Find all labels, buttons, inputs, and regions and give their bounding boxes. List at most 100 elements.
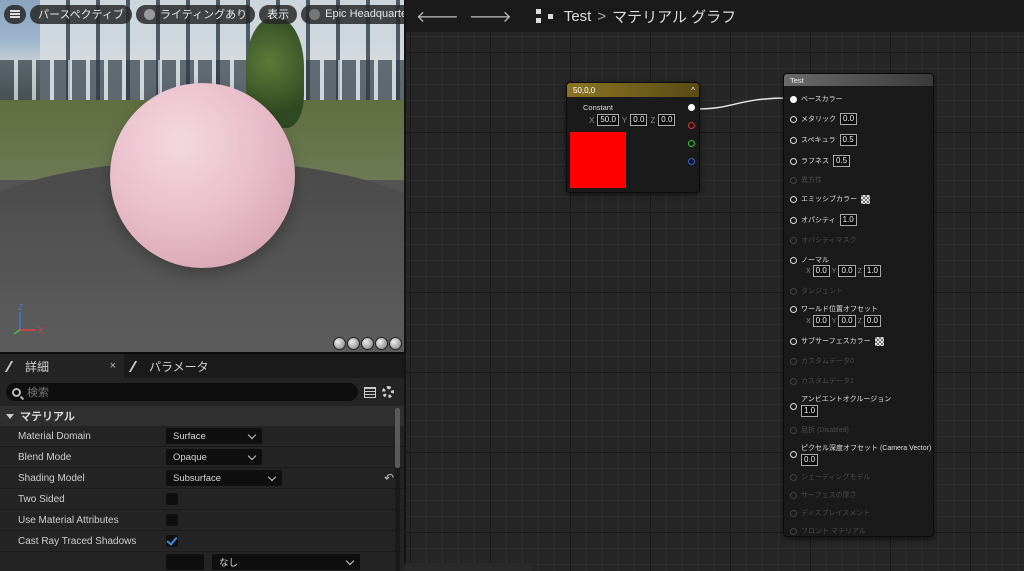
y-value[interactable]: 0.0	[838, 315, 856, 327]
pin-opacity-mask: オパシティマスク	[790, 235, 857, 245]
node-title: Test	[790, 75, 804, 85]
breadcrumb-asset[interactable]: Test	[564, 8, 592, 25]
chevron-down-icon	[247, 430, 257, 439]
pin-value[interactable]: 0.5	[833, 155, 851, 167]
wpo-values: X 0.0 Y 0.0 Z 0.0	[806, 315, 881, 327]
pin-pixel-depth-offset[interactable]: ピクセル深度オフセット (Camera Vector) 0.0	[801, 443, 931, 466]
viewport-menu-button[interactable]	[4, 4, 26, 24]
asset-dropdown[interactable]: なし	[212, 554, 360, 570]
pin-specular[interactable]: スペキュラ 0.5	[790, 134, 857, 146]
search-input[interactable]: 検索	[6, 383, 358, 401]
dropdown-value: なし	[219, 558, 239, 569]
pin-value[interactable]: 0.5	[839, 134, 857, 146]
output-pin-b[interactable]	[688, 158, 695, 165]
search-row: 検索	[0, 378, 404, 406]
pin-value[interactable]: 1.0	[839, 214, 857, 226]
environment-button[interactable]: Epic Headquarters	[301, 4, 404, 24]
plane-icon[interactable]	[361, 337, 374, 350]
hamburger-icon	[10, 10, 20, 18]
details-scrollbar[interactable]	[395, 408, 400, 571]
property-row: Shading Model Subsurface ↶	[0, 468, 404, 489]
output-pin-rgb[interactable]	[688, 104, 695, 111]
y-label: Y	[831, 317, 837, 325]
pin-base-color[interactable]: ベースカラー	[790, 94, 843, 104]
pin-ambient-occlusion[interactable]: アンビエントオクルージョン 1.0	[801, 394, 891, 417]
category-material[interactable]: マテリアル	[0, 406, 404, 426]
bottom-panel-tab[interactable]	[404, 563, 532, 571]
x-value[interactable]: 0.0	[812, 265, 830, 277]
pin-world-position-offset[interactable]: ワールド位置オフセット	[790, 304, 878, 314]
two-sided-checkbox[interactable]	[166, 493, 178, 505]
pin-label: サーフェスの厚さ	[801, 492, 857, 499]
x-value[interactable]: 50.0	[597, 114, 619, 126]
pin-icon	[790, 305, 797, 313]
pin-custom-data-0: カスタムデータ0	[790, 356, 854, 366]
pin-metallic[interactable]: メタリック 0.0	[790, 113, 858, 125]
pin-icon	[790, 377, 797, 385]
material-result-node[interactable]: Test ベースカラー メタリック 0.0 スペキュラ 0.5 ラフネス 0.5 異方…	[783, 73, 934, 537]
lighting-button[interactable]: ライティングあり	[136, 4, 256, 24]
sphere-icon[interactable]	[347, 337, 360, 350]
pin-value[interactable]: 1.0	[801, 405, 819, 417]
output-pin-g[interactable]	[688, 140, 695, 147]
z-value[interactable]: 0.0	[863, 315, 881, 327]
pin-displacement: ディスプレイスメント	[790, 508, 870, 518]
property-row: Cast Ray Traced Shadows	[0, 531, 404, 552]
perspective-button[interactable]: パースペクティブ	[30, 4, 133, 24]
pin-subsurface-color[interactable]: サブサーフェスカラー	[790, 336, 884, 346]
forward-arrow-icon[interactable]: 🡒	[469, 6, 512, 27]
category-label: マテリアル	[20, 411, 75, 423]
cast-ray-traced-shadows-checkbox[interactable]	[166, 535, 178, 547]
back-arrow-icon[interactable]: 🡐	[416, 6, 459, 27]
pin-icon	[790, 287, 797, 295]
teapot-icon[interactable]	[389, 337, 402, 350]
pin-value[interactable]: 0.0	[801, 454, 819, 466]
tab-parameters[interactable]: パラメータ	[124, 354, 217, 378]
environment-label: Epic Headquarters	[325, 8, 404, 20]
pin-icon	[790, 357, 797, 365]
asset-thumbnail[interactable]	[166, 554, 204, 570]
gear-icon[interactable]	[382, 386, 394, 398]
pin-custom-data-1: カスタムデータ1	[790, 376, 854, 386]
reset-icon[interactable]: ↶	[384, 471, 394, 485]
pin-label: アンビエントオクルージョン	[801, 396, 892, 403]
preview-sphere	[110, 83, 295, 268]
pin-roughness[interactable]: ラフネス 0.5	[790, 155, 851, 167]
tab-details-label: 詳細	[25, 359, 50, 374]
pin-value[interactable]: 0.0	[840, 113, 858, 125]
collapse-arrow-icon	[6, 413, 14, 419]
pin-emissive-color[interactable]: エミッシブカラー	[790, 194, 870, 204]
z-value[interactable]: 1.0	[863, 265, 881, 277]
preview-viewport[interactable]: パースペクティブ ライティングあり 表示 Epic Headquarters Z…	[0, 0, 404, 352]
y-label: Y	[831, 267, 837, 275]
details-tabs: 詳細 × パラメータ	[0, 354, 404, 378]
pin-label: サブサーフェスカラー	[801, 338, 871, 345]
pin-opacity[interactable]: オパシティ 1.0	[790, 214, 857, 226]
material-graph-canvas[interactable]: 50,0,0 ^ Constant X 50.0 Y 0.0 Z 0.0 Test ベ…	[406, 32, 1024, 571]
y-value[interactable]: 0.0	[630, 114, 648, 126]
tab-details[interactable]: 詳細 ×	[0, 354, 124, 378]
y-value[interactable]: 0.0	[838, 265, 856, 277]
blend-mode-dropdown[interactable]: Opaque	[166, 449, 262, 465]
output-pin-r[interactable]	[688, 122, 695, 129]
x-value[interactable]: 0.0	[812, 315, 830, 327]
close-icon[interactable]: ×	[110, 360, 116, 372]
pin-normal[interactable]: ノーマル	[790, 255, 829, 265]
pin-label: シェーディングモデル	[801, 474, 871, 481]
use-material-attributes-checkbox[interactable]	[166, 514, 178, 526]
z-value[interactable]: 0.0	[658, 114, 676, 126]
normal-values: X 0.0 Y 0.0 Z 1.0	[806, 265, 881, 277]
cylinder-icon[interactable]	[333, 337, 346, 350]
pin-icon	[790, 95, 797, 103]
table-view-icon[interactable]	[364, 386, 376, 398]
property-row: Use Material Attributes	[0, 510, 404, 531]
pin-shading-model: シェーディングモデル	[790, 472, 871, 482]
pin-icon	[790, 337, 797, 345]
pin-icon	[790, 256, 797, 264]
collapse-icon[interactable]: ^	[691, 86, 695, 95]
shading-model-dropdown[interactable]: Subsurface	[166, 470, 282, 486]
show-button[interactable]: 表示	[259, 4, 298, 24]
constant3vector-node[interactable]: 50,0,0 ^ Constant X 50.0 Y 0.0 Z 0.0	[566, 82, 700, 193]
cube-icon[interactable]	[375, 337, 388, 350]
material-domain-dropdown[interactable]: Surface	[166, 428, 262, 444]
